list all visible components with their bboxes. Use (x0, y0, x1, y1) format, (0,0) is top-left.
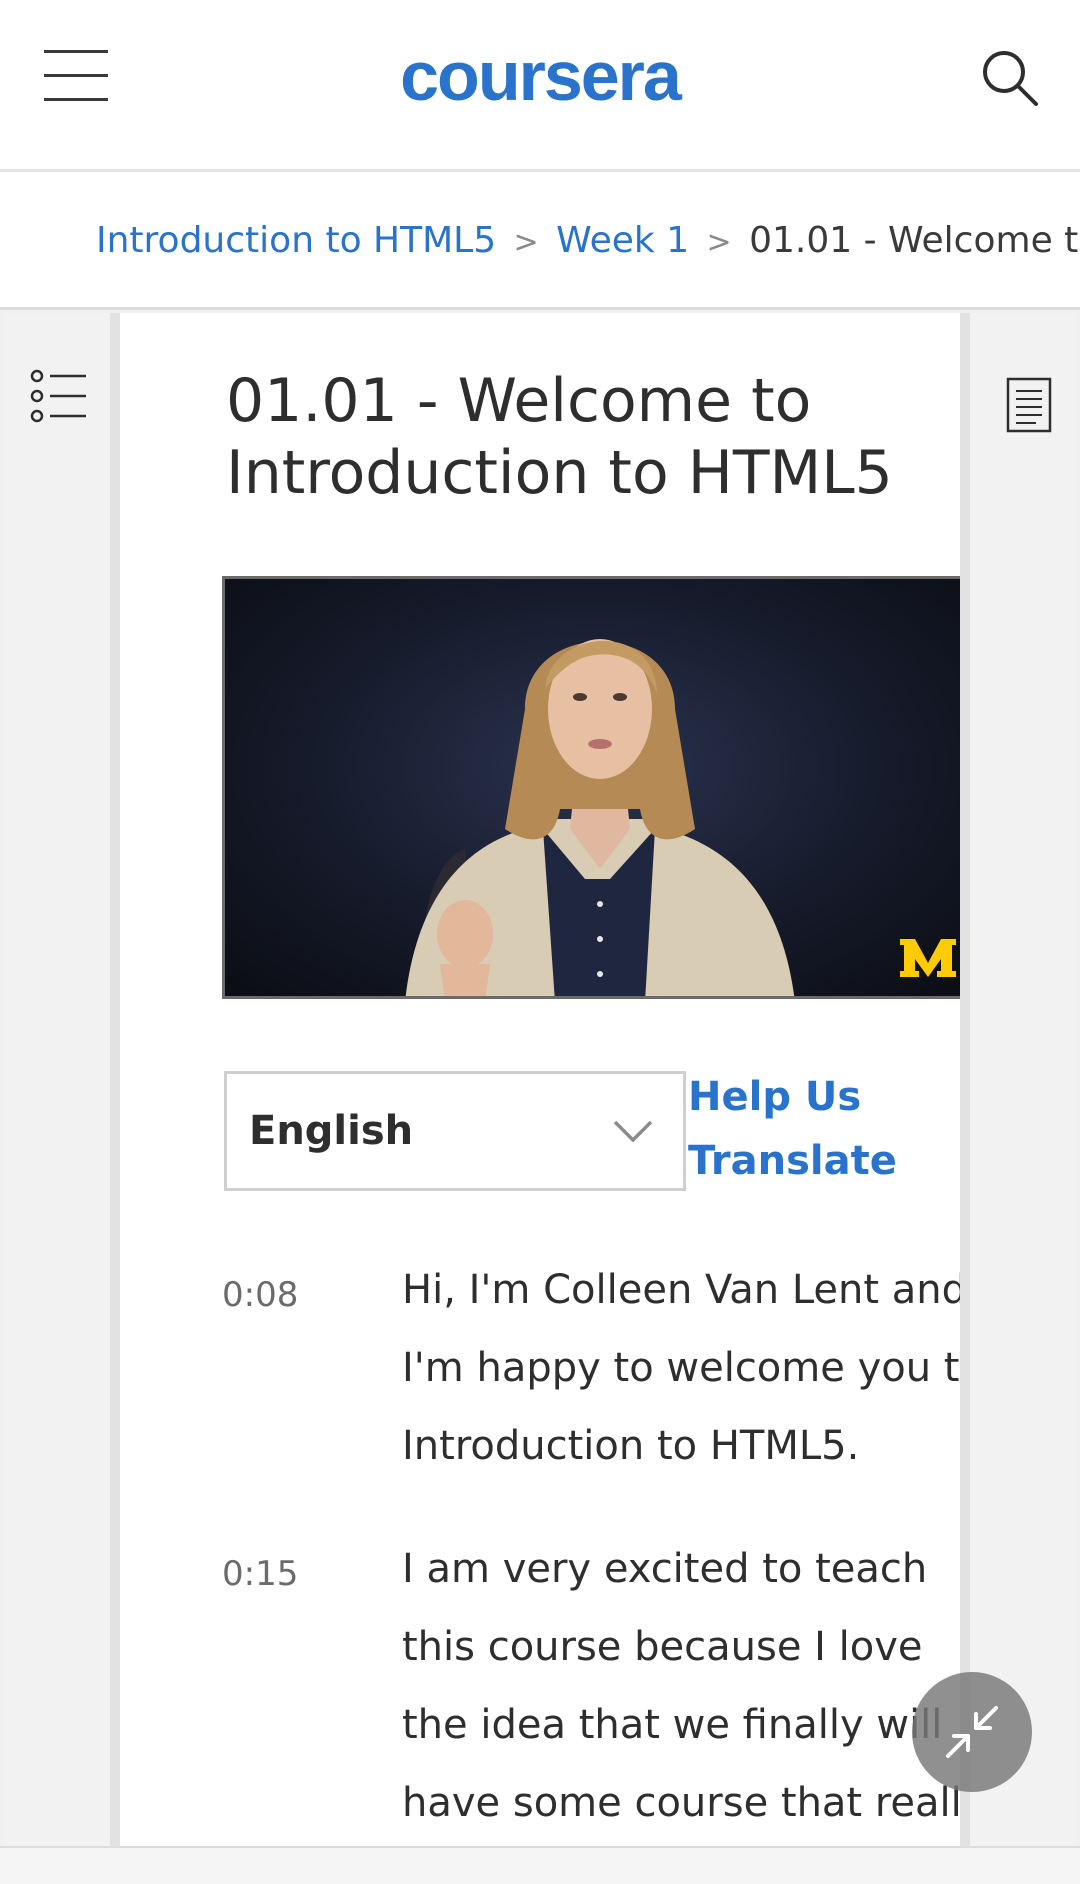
transcript-line: I'm happy to welcome you to (402, 1345, 960, 1391)
instructor-video-frame (405, 639, 956, 996)
breadcrumb-chevron-icon: > (706, 225, 732, 260)
breadcrumb-chevron-icon: > (513, 225, 539, 260)
collapse-arrows-icon (946, 1706, 998, 1758)
transcript-line: the idea that we finally will (402, 1702, 943, 1748)
breadcrumb-current: 01.01 - Welcome to Introduction to HTML5 (749, 220, 1080, 261)
notes-icon[interactable] (1006, 377, 1052, 433)
transcript-line: Hi, I'm Colleen Van Lent and (402, 1267, 960, 1313)
course-outline-icon[interactable] (30, 368, 88, 424)
minimize-video-button[interactable] (912, 1672, 1032, 1792)
bottom-bar (0, 1846, 1080, 1884)
top-header: coursera (0, 0, 1080, 172)
breadcrumb-course[interactable]: Introduction to HTML5 (96, 220, 496, 261)
university-logo-icon (900, 939, 956, 977)
course-outline-rail (4, 313, 120, 1846)
lecture-title: 01.01 - Welcome to Introduction to HTML5 (226, 366, 893, 508)
transcript-timestamp[interactable]: 0:08 (222, 1275, 298, 1315)
selected-language: English (249, 1108, 414, 1154)
subtitle-language-select[interactable]: English (224, 1071, 686, 1191)
transcript-cue[interactable]: Hi, I'm Colleen Van Lent and I'm happy t… (402, 1251, 960, 1485)
transcript-line: Introduction to HTML5. (402, 1423, 860, 1469)
transcript-cue[interactable]: I am very excited to teach this course b… (402, 1530, 960, 1842)
breadcrumb: Introduction to HTML5 > Week 1 >01.01 - Wel… (0, 175, 1080, 307)
breadcrumb-week[interactable]: Week 1 (556, 220, 689, 261)
menu-icon[interactable] (44, 50, 108, 102)
search-icon[interactable] (980, 48, 1040, 108)
video-player[interactable] (222, 576, 960, 999)
lecture-content: 01.01 - Welcome to Introduction to HTML5 (120, 313, 960, 1846)
chevron-down-icon (613, 1120, 653, 1143)
help-translate-link[interactable]: Help Us Translate (688, 1065, 948, 1193)
transcript-line: this course because I love (402, 1624, 923, 1670)
coursera-logo[interactable]: coursera (360, 36, 720, 116)
lecture-frame: 01.01 - Welcome to Introduction to HTML5 (0, 307, 1080, 1884)
transcript-timestamp[interactable]: 0:15 (222, 1554, 298, 1594)
transcript-line: have some course that really (402, 1780, 960, 1826)
transcript-line: I am very excited to teach (402, 1546, 928, 1592)
notes-rail (960, 313, 1076, 1846)
